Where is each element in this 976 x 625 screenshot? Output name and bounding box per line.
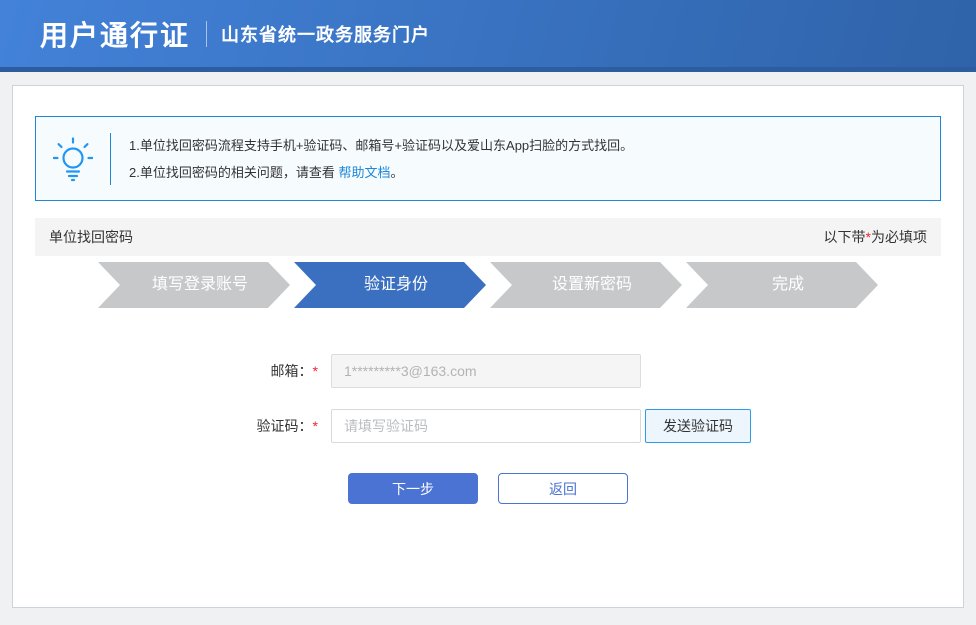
lightbulb-icon — [36, 136, 110, 182]
email-row: 邮箱：* — [13, 354, 963, 388]
required-note-suffix: 为必填项 — [871, 229, 927, 245]
step-set-new-password: 设置新密码 — [490, 262, 682, 308]
email-input — [331, 354, 641, 388]
main-panel: 1.单位找回密码流程支持手机+验证码、邮箱号+验证码以及爱山东App扫脸的方式找… — [12, 85, 964, 608]
email-label-text: 邮箱： — [270, 363, 313, 379]
verification-code-row: 验证码：* 发送验证码 — [13, 409, 963, 443]
step-fill-account: 填写登录账号 — [98, 262, 290, 308]
code-required-star: * — [312, 418, 318, 434]
section-bar: 单位找回密码 以下带*为必填项 — [35, 218, 941, 256]
header-divider — [206, 20, 208, 47]
back-button[interactable]: 返回 — [498, 473, 628, 504]
verification-code-label: 验证码：* — [13, 416, 331, 436]
required-note: 以下带*为必填项 — [824, 227, 927, 247]
step-complete: 完成 — [686, 262, 878, 308]
app-title: 用户通行证 — [40, 19, 191, 51]
tip-box: 1.单位找回密码流程支持手机+验证码、邮箱号+验证码以及爱山东App扫脸的方式找… — [35, 116, 941, 201]
email-label: 邮箱：* — [13, 361, 331, 381]
verification-code-label-text: 验证码： — [256, 418, 313, 434]
send-code-button[interactable]: 发送验证码 — [645, 409, 751, 443]
tip-text: 1.单位找回密码流程支持手机+验证码、邮箱号+验证码以及爱山东App扫脸的方式找… — [111, 132, 633, 186]
recover-password-form: 邮箱：* 验证码：* 发送验证码 下一步 返回 — [13, 354, 963, 504]
portal-subtitle: 山东省统一政务服务门户 — [221, 24, 431, 45]
tip-line-2: 2.单位找回密码的相关问题，请查看 帮助文档。 — [129, 159, 633, 186]
app-header: 用户通行证 山东省统一政务服务门户 — [0, 0, 976, 72]
tip-line-2-suffix: 。 — [390, 164, 404, 180]
help-doc-link[interactable]: 帮助文档 — [338, 165, 390, 180]
step-verify-identity: 验证身份 — [294, 262, 486, 308]
action-buttons: 下一步 返回 — [13, 473, 963, 504]
step-wizard: 填写登录账号 验证身份 设置新密码 完成 — [98, 262, 878, 308]
section-title: 单位找回密码 — [49, 229, 133, 245]
email-required-star: * — [312, 363, 318, 379]
next-step-button[interactable]: 下一步 — [348, 473, 478, 504]
tip-line-1: 1.单位找回密码流程支持手机+验证码、邮箱号+验证码以及爱山东App扫脸的方式找… — [129, 137, 634, 153]
required-note-prefix: 以下带 — [823, 229, 866, 245]
tip-line-2-text: 2.单位找回密码的相关问题，请查看 — [129, 164, 339, 180]
verification-code-input[interactable] — [331, 409, 641, 443]
